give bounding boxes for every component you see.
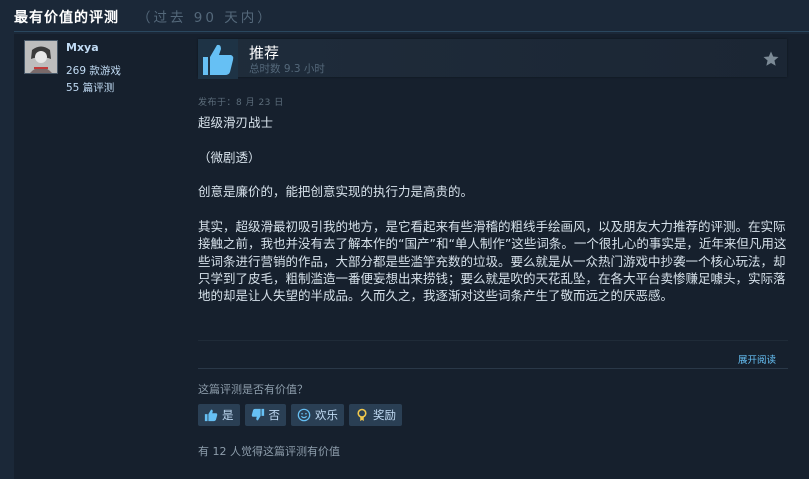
vote-yes-button[interactable]: 是 (198, 404, 240, 426)
expand-link[interactable]: 展开阅读 (738, 352, 776, 366)
smiley-icon (297, 408, 311, 422)
vote-funny-button[interactable]: 欢乐 (291, 404, 344, 426)
section-header: 最有价值的评测 （过去 90 天内） (14, 6, 274, 27)
author-games-count[interactable]: 269 款游戏 (66, 63, 121, 78)
thumbs-up-icon (198, 39, 238, 79)
header-divider (14, 31, 809, 32)
vote-buttons: 是 否 欢乐 奖励 (198, 404, 402, 426)
review-paragraph: 创意是廉价的，能把创意实现的执行力是高贵的。 (198, 184, 474, 200)
review-paragraph: 超级滑刃战士 (198, 115, 274, 130)
helpful-count: 有 12 人觉得这篇评测有价值 (198, 445, 340, 458)
star-icon[interactable] (762, 50, 780, 68)
thumbs-down-icon (251, 408, 264, 421)
author-name[interactable]: Mxya (66, 41, 99, 54)
feedback-divider (198, 368, 788, 369)
vote-funny-label: 欢乐 (315, 408, 338, 422)
thumbs-up-icon (204, 409, 218, 422)
vote-no-label: 否 (268, 408, 281, 422)
award-icon (357, 408, 367, 422)
vote-no-button[interactable]: 否 (244, 404, 286, 426)
vote-yes-label: 是 (222, 408, 234, 422)
section-title: 最有价值的评测 (14, 10, 119, 26)
section-subtitle: （过去 90 天内） (137, 10, 274, 26)
review-body: 超级滑刃战士 （微剧透） 创意是廉价的，能把创意实现的执行力是高贵的。 其实，超… (198, 114, 788, 304)
review-paragraph: 其实，超级滑最初吸引我的地方，是它看起来有些滑稽的粗线手绘画风，以及朋友大力推荐… (198, 219, 787, 303)
award-button[interactable]: 奖励 (349, 404, 402, 426)
helpful-question: 这篇评测是否有价值？ (198, 383, 308, 396)
avatar[interactable] (24, 40, 58, 74)
award-label: 奖励 (373, 408, 396, 422)
posted-date: 发布于：8 月 23 日 (198, 98, 284, 108)
author-reviews-count[interactable]: 55 篇评测 (66, 80, 114, 95)
avatar-image (25, 41, 57, 73)
review-paragraph: （微剧透） (198, 149, 261, 165)
verdict-label: 推荐 (249, 44, 280, 62)
fade-divider (198, 340, 788, 341)
playtime-hours: 总时数 9.3 小时 (249, 63, 325, 75)
